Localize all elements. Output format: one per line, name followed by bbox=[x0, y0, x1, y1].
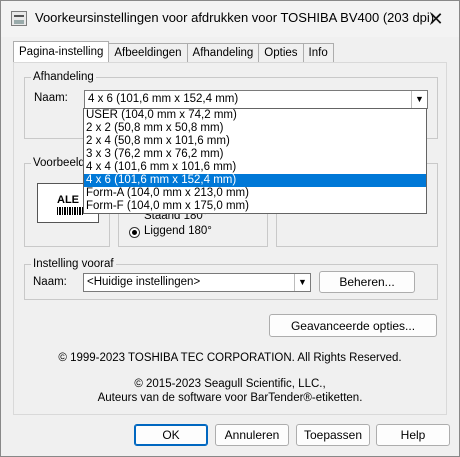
help-button[interactable]: Help bbox=[376, 424, 450, 446]
afhandeling-group-label: Afhandeling bbox=[31, 70, 96, 84]
barcode-icon bbox=[57, 207, 83, 215]
list-item[interactable]: 2 x 2 (50,8 mm x 50,8 mm) bbox=[84, 122, 426, 135]
list-item-selected[interactable]: 4 x 6 (101,6 mm x 152,4 mm) bbox=[84, 174, 426, 187]
afhandeling-naam-label: Naam: bbox=[34, 92, 68, 104]
chevron-down-icon[interactable]: ▼ bbox=[411, 91, 427, 108]
close-icon[interactable]: ✕ bbox=[413, 1, 459, 37]
list-item[interactable]: 2 x 4 (50,8 mm x 101,6 mm) bbox=[84, 135, 426, 148]
title-bar: Voorkeursinstellingen voor afdrukken voo… bbox=[1, 1, 459, 37]
instelling-selected-value: <Huidige instellingen> bbox=[87, 276, 201, 288]
list-item[interactable]: USER (104,0 mm x 74,2 mm) bbox=[84, 109, 426, 122]
copyright-toshiba: © 1999-2023 TOSHIBA TEC CORPORATION. All… bbox=[58, 352, 402, 364]
voorbeeld-group-label: Voorbeeld bbox=[31, 156, 87, 170]
afhandeling-dropdown-list[interactable]: USER (104,0 mm x 74,2 mm) 2 x 2 (50,8 mm… bbox=[83, 108, 427, 214]
printer-preferences-dialog: Voorkeursinstellingen voor afdrukken voo… bbox=[0, 0, 460, 457]
list-item[interactable]: Form-F (104,0 mm x 175,0 mm) bbox=[84, 200, 426, 213]
list-item[interactable]: 3 x 3 (76,2 mm x 76,2 mm) bbox=[84, 148, 426, 161]
list-item[interactable]: Form-A (104,0 mm x 213,0 mm) bbox=[84, 187, 426, 200]
tab-opties[interactable]: Opties bbox=[258, 43, 304, 62]
annuleren-button[interactable]: Annuleren bbox=[215, 424, 289, 446]
list-item[interactable]: 4 x 4 (101,6 mm x 101,6 mm) bbox=[84, 161, 426, 174]
instelling-vooraf-label: Instelling vooraf bbox=[31, 257, 116, 271]
chevron-down-icon[interactable]: ▼ bbox=[294, 274, 310, 291]
instelling-naam-select[interactable]: <Huidige instellingen> ▼ bbox=[83, 273, 311, 292]
copyright-seagull: © 2015-2023 Seagull Scientific, LLC., bbox=[134, 378, 326, 390]
afhandeling-selected-value: 4 x 6 (101,6 mm x 152,4 mm) bbox=[88, 93, 239, 105]
preview-text: ALE bbox=[57, 194, 79, 206]
beheren-button[interactable]: Beheren... bbox=[319, 271, 415, 293]
liggend-radio[interactable] bbox=[129, 227, 140, 238]
ok-button[interactable]: OK bbox=[134, 424, 208, 446]
toepassen-button[interactable]: Toepassen bbox=[296, 424, 370, 446]
window-title: Voorkeursinstellingen voor afdrukken voo… bbox=[35, 10, 435, 25]
tab-pagina-instelling[interactable]: Pagina-instelling bbox=[13, 41, 110, 62]
tab-afhandeling[interactable]: Afhandeling bbox=[186, 43, 260, 62]
afhandeling-naam-select[interactable]: 4 x 6 (101,6 mm x 152,4 mm) ▼ bbox=[84, 90, 428, 109]
tab-afbeeldingen[interactable]: Afbeeldingen bbox=[108, 43, 188, 62]
instelling-naam-label: Naam: bbox=[33, 276, 67, 288]
tab-strip: Pagina-instelling Afbeeldingen Afhandeli… bbox=[13, 41, 334, 63]
geavanceerde-opties-button[interactable]: Geavanceerde opties... bbox=[269, 314, 437, 337]
copyright-bartender: Auteurs van de software voor BarTender®-… bbox=[97, 392, 363, 404]
tab-info[interactable]: Info bbox=[302, 43, 334, 62]
liggend-label: Liggend 180° bbox=[144, 225, 212, 237]
printer-icon bbox=[11, 11, 27, 26]
